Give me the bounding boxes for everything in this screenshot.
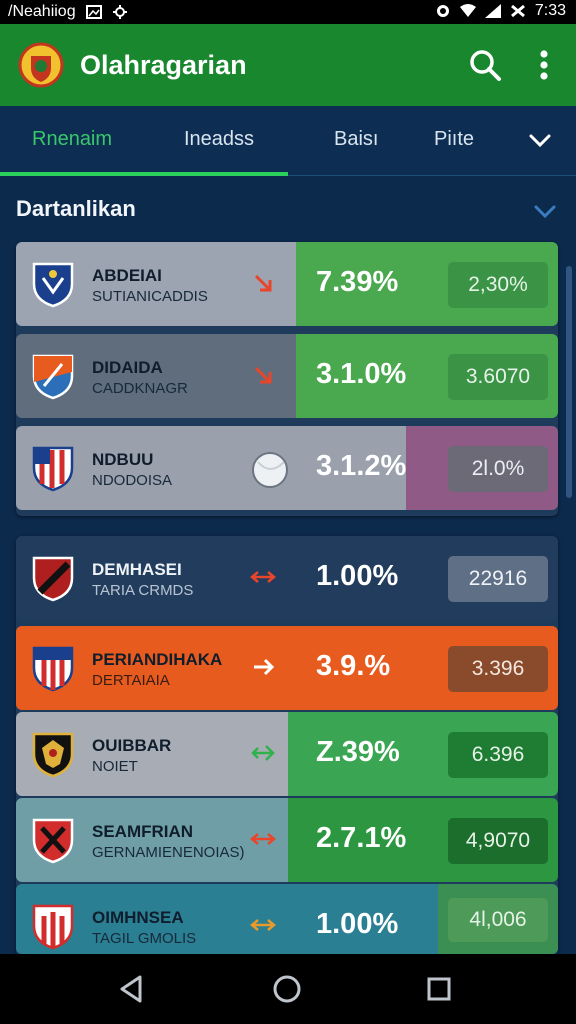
signal-icon bbox=[484, 4, 501, 18]
app-title: Olahragarian bbox=[80, 50, 247, 80]
team-subtitle: CADDKNAGR bbox=[92, 380, 188, 397]
team-subtitle: TAGIL GMOLIS bbox=[92, 930, 197, 947]
trend-down-icon bbox=[254, 366, 272, 384]
team-crest-icon bbox=[32, 354, 74, 400]
status-bar: /Neahiiog 7:33 bbox=[0, 0, 576, 24]
value-badge: 6.396 bbox=[448, 732, 548, 778]
team-crest-icon bbox=[32, 446, 74, 492]
scrollbar[interactable] bbox=[566, 266, 572, 498]
percent-change: 1.00% bbox=[316, 908, 399, 940]
percent-change: 1.00% bbox=[316, 560, 399, 592]
team-name: SEAMFRIAN bbox=[92, 822, 194, 841]
tab-ineadss[interactable]: Ineadss bbox=[184, 128, 254, 151]
value-badge: 4,9070 bbox=[448, 818, 548, 864]
team-subtitle: NOIET bbox=[92, 758, 138, 775]
team-name: OUIBBAR bbox=[92, 736, 172, 755]
team-subtitle: TARIA CRMDS bbox=[92, 582, 194, 599]
team-subtitle: NDODOISA bbox=[92, 472, 173, 489]
value-badge: 4l,006 bbox=[448, 898, 548, 942]
team-name: ABDEIAI bbox=[92, 266, 162, 285]
team-name: NDBUU bbox=[92, 450, 154, 469]
list-item[interactable]: ABDEIAI SUTIANICADDIS 7.39% 2,30% bbox=[16, 242, 558, 326]
team-subtitle: DERTAIAIA bbox=[92, 672, 170, 689]
value-badge: 3.6070 bbox=[448, 354, 548, 400]
trend-flat-icon bbox=[250, 919, 276, 931]
nav-bar bbox=[0, 954, 576, 1024]
more-vert-icon[interactable] bbox=[526, 46, 562, 84]
team-crest-icon bbox=[32, 262, 74, 308]
home-icon[interactable] bbox=[270, 972, 304, 1006]
status-app-label: /Neahiiog bbox=[8, 3, 76, 20]
team-subtitle: SUTIANICADDIS bbox=[92, 288, 208, 305]
percent-change: 3.1.2% bbox=[316, 450, 407, 482]
value-badge: 2l.0% bbox=[448, 446, 548, 492]
trend-up-icon bbox=[251, 745, 275, 761]
section-collapse-icon[interactable] bbox=[533, 200, 557, 222]
list-item[interactable]: DIDAIDA CADDKNAGR 3.1.0% 3.6070 bbox=[16, 334, 558, 418]
percent-change: 2.7.1% bbox=[316, 822, 407, 854]
team-crest-icon bbox=[32, 732, 74, 778]
percent-change: Z.39% bbox=[316, 736, 400, 768]
team-crest-icon bbox=[32, 904, 74, 950]
trend-flat-icon bbox=[250, 833, 276, 845]
app-bar: Olahragarian bbox=[0, 24, 576, 106]
list-item[interactable]: NDBUU NDODOISA 3.1.2% 2l.0% bbox=[16, 426, 558, 510]
list-item[interactable]: OIMHNSEA TAGIL GMOLIS 1.00% 4l,006 bbox=[16, 884, 558, 954]
team-crest-icon bbox=[32, 646, 74, 692]
alarm-icon bbox=[436, 5, 449, 17]
back-icon[interactable] bbox=[114, 972, 148, 1006]
tab-bar: Rnenaim Ineadss Baisı Piıte bbox=[0, 106, 576, 176]
percent-change: 7.39% bbox=[316, 266, 399, 298]
image-icon bbox=[85, 5, 102, 19]
list-item[interactable]: SEAMFRIAN GERNAMIENENOIAS) 2.7.1% 4,9070 bbox=[16, 798, 558, 882]
team-crest-icon bbox=[32, 818, 74, 864]
list-item[interactable]: PERIANDIHAKA DERTAIAIA 3.9.% 3.396 bbox=[16, 626, 558, 710]
team-name: DEMHASEI bbox=[92, 560, 182, 579]
value-badge: 3.396 bbox=[448, 646, 548, 692]
trend-right-icon bbox=[254, 658, 275, 676]
logo-icon bbox=[18, 42, 64, 88]
status-time: 7:33 bbox=[534, 2, 566, 19]
tab-indicator bbox=[0, 172, 288, 176]
battery-icon bbox=[510, 4, 525, 18]
settings-icon bbox=[112, 5, 127, 19]
tab-baisi[interactable]: Baisı bbox=[334, 128, 378, 151]
recents-icon[interactable] bbox=[422, 972, 456, 1006]
percent-change: 3.1.0% bbox=[316, 358, 407, 390]
team-subtitle: GERNAMIENENOIAS) bbox=[92, 844, 245, 861]
chevron-down-icon[interactable] bbox=[528, 128, 552, 152]
percent-change: 3.9.% bbox=[316, 650, 391, 682]
section-title: Dartanlikan bbox=[16, 196, 136, 221]
tab-rnenaim[interactable]: Rnenaim bbox=[32, 128, 112, 151]
ball-icon bbox=[252, 452, 288, 488]
team-name: PERIANDIHAKA bbox=[92, 650, 223, 669]
value-badge: 2,30% bbox=[448, 262, 548, 308]
wifi-icon bbox=[459, 4, 476, 17]
team-crest-icon bbox=[32, 556, 74, 602]
trend-flat-icon bbox=[250, 571, 276, 583]
search-icon[interactable] bbox=[466, 46, 504, 84]
list-item[interactable]: OUIBBAR NOIET Z.39% 6.396 bbox=[16, 712, 558, 796]
tab-piite[interactable]: Piıte bbox=[434, 128, 474, 151]
team-name: OIMHNSEA bbox=[92, 908, 184, 927]
list-item[interactable]: DEMHASEI TARIA CRMDS 1.00% 22916 bbox=[16, 536, 558, 620]
value-badge: 22916 bbox=[448, 556, 548, 602]
team-name: DIDAIDA bbox=[92, 358, 163, 377]
trend-down-icon bbox=[254, 274, 272, 292]
